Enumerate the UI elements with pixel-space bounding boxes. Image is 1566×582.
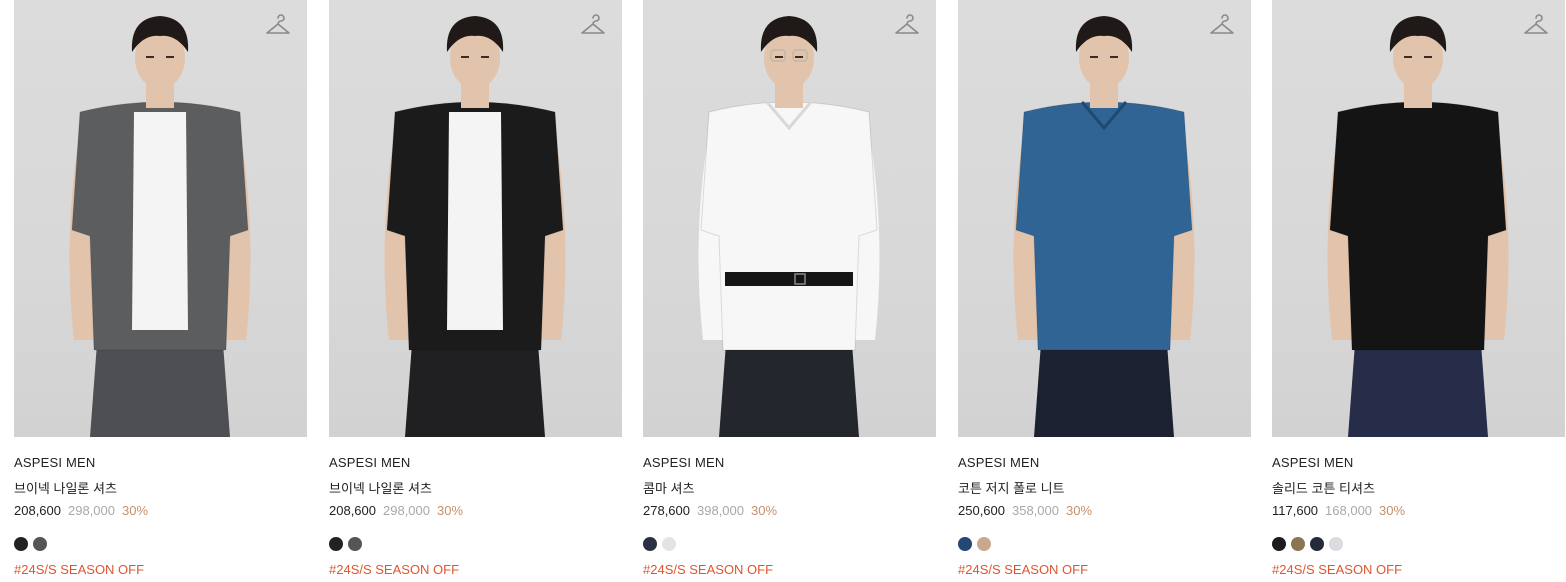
eye-shape <box>166 56 174 58</box>
product-brand[interactable]: ASPESI MEN <box>643 455 724 470</box>
color-swatch[interactable] <box>1329 537 1343 551</box>
eye-shape <box>775 56 783 58</box>
color-swatch[interactable] <box>662 537 676 551</box>
color-swatch[interactable] <box>958 537 972 551</box>
eye-shape <box>461 56 469 58</box>
eye-shape <box>1404 56 1412 58</box>
shirt-shape <box>700 101 878 351</box>
sale-price: 208,600 <box>14 503 61 518</box>
product-name[interactable]: 브이넥 나일론 셔츠 <box>14 478 117 497</box>
hanger-icon[interactable] <box>580 14 606 40</box>
original-price: 398,000 <box>697 503 744 518</box>
product-image[interactable] <box>14 0 307 437</box>
color-swatches <box>643 537 676 551</box>
product-name[interactable]: 콤마 셔츠 <box>643 478 694 497</box>
product-brand[interactable]: ASPESI MEN <box>1272 455 1353 470</box>
discount-rate: 30% <box>437 503 464 518</box>
eye-shape <box>1090 56 1098 58</box>
color-swatch[interactable] <box>1272 537 1286 551</box>
model-photo <box>698 16 880 437</box>
inner-tee-shape <box>132 112 188 330</box>
product-name[interactable]: 코튼 저지 폴로 니트 <box>958 478 1065 497</box>
shirt-shape <box>1015 101 1193 351</box>
sale-price: 117,600 <box>1272 503 1319 518</box>
discount-rate: 30% <box>122 503 149 518</box>
promo-tag[interactable]: #24S/S SEASON OFF <box>1272 562 1402 577</box>
color-swatch[interactable] <box>14 537 28 551</box>
promo-tag[interactable]: #24S/S SEASON OFF <box>329 562 459 577</box>
shirt-shape <box>1329 101 1507 351</box>
promo-tag[interactable]: #24S/S SEASON OFF <box>14 562 144 577</box>
color-swatch[interactable] <box>33 537 47 551</box>
promo-tag[interactable]: #24S/S SEASON OFF <box>643 562 773 577</box>
product-card[interactable]: ASPESI MEN 브이넥 나일론 셔츠 208,600 298,000 30% … <box>14 0 307 577</box>
product-brand[interactable]: ASPESI MEN <box>958 455 1039 470</box>
eye-shape <box>1110 56 1118 58</box>
original-price: 358,000 <box>1012 503 1059 518</box>
discount-rate: 30% <box>751 503 778 518</box>
color-swatches <box>1272 537 1343 551</box>
original-price: 168,000 <box>1325 503 1373 518</box>
price-row: 208,600 298,000 30% <box>329 503 463 518</box>
product-grid: ASPESI MEN 브이넥 나일론 셔츠 208,600 298,000 30% … <box>0 0 1566 582</box>
product-card[interactable]: ASPESI MEN 코튼 저지 폴로 니트 250,600 358,000 30%… <box>958 0 1251 577</box>
discount-rate: 30% <box>1066 503 1093 518</box>
model-photo <box>69 16 251 437</box>
model-photo <box>1013 16 1195 437</box>
promo-tag[interactable]: #24S/S SEASON OFF <box>958 562 1088 577</box>
color-swatches <box>329 537 362 551</box>
discount-rate: 30% <box>1379 503 1406 518</box>
sale-price: 250,600 <box>958 503 1005 518</box>
color-swatch[interactable] <box>977 537 991 551</box>
product-name[interactable]: 브이넥 나일론 셔츠 <box>329 478 432 497</box>
product-image[interactable] <box>1272 0 1565 437</box>
eye-shape <box>146 56 154 58</box>
price-row: 208,600 298,000 30% <box>14 503 148 518</box>
sale-price: 278,600 <box>643 503 690 518</box>
price-row: 278,600 398,000 30% <box>643 503 777 518</box>
original-price: 298,000 <box>68 503 115 518</box>
color-swatches <box>14 537 47 551</box>
price-row: 117,600 168,000 30% <box>1272 503 1405 518</box>
product-brand[interactable]: ASPESI MEN <box>14 455 95 470</box>
product-card[interactable]: ASPESI MEN 브이넥 나일론 셔츠 208,600 298,000 30% … <box>329 0 622 577</box>
product-card[interactable]: ASPESI MEN 솔리드 코튼 티셔츠 117,600 168,000 30% … <box>1272 0 1565 577</box>
hanger-icon[interactable] <box>1209 14 1235 40</box>
product-image[interactable] <box>643 0 936 437</box>
product-image[interactable] <box>958 0 1251 437</box>
belt-shape <box>725 272 853 286</box>
sale-price: 208,600 <box>329 503 376 518</box>
color-swatch[interactable] <box>1291 537 1305 551</box>
color-swatches <box>958 537 991 551</box>
model-photo <box>1327 16 1509 437</box>
model-photo <box>384 16 566 437</box>
inner-tee-shape <box>447 112 503 330</box>
eye-shape <box>795 56 803 58</box>
eye-shape <box>1424 56 1432 58</box>
product-image[interactable] <box>329 0 622 437</box>
color-swatch[interactable] <box>1310 537 1324 551</box>
original-price: 298,000 <box>383 503 430 518</box>
price-row: 250,600 358,000 30% <box>958 503 1092 518</box>
color-swatch[interactable] <box>348 537 362 551</box>
color-swatch[interactable] <box>329 537 343 551</box>
hanger-icon[interactable] <box>1523 14 1549 40</box>
color-swatch[interactable] <box>643 537 657 551</box>
product-card[interactable]: ASPESI MEN 콤마 셔츠 278,600 398,000 30% #24S/… <box>643 0 936 577</box>
product-name[interactable]: 솔리드 코튼 티셔츠 <box>1272 478 1375 497</box>
eye-shape <box>481 56 489 58</box>
product-brand[interactable]: ASPESI MEN <box>329 455 410 470</box>
hanger-icon[interactable] <box>894 14 920 40</box>
hanger-icon[interactable] <box>265 14 291 40</box>
